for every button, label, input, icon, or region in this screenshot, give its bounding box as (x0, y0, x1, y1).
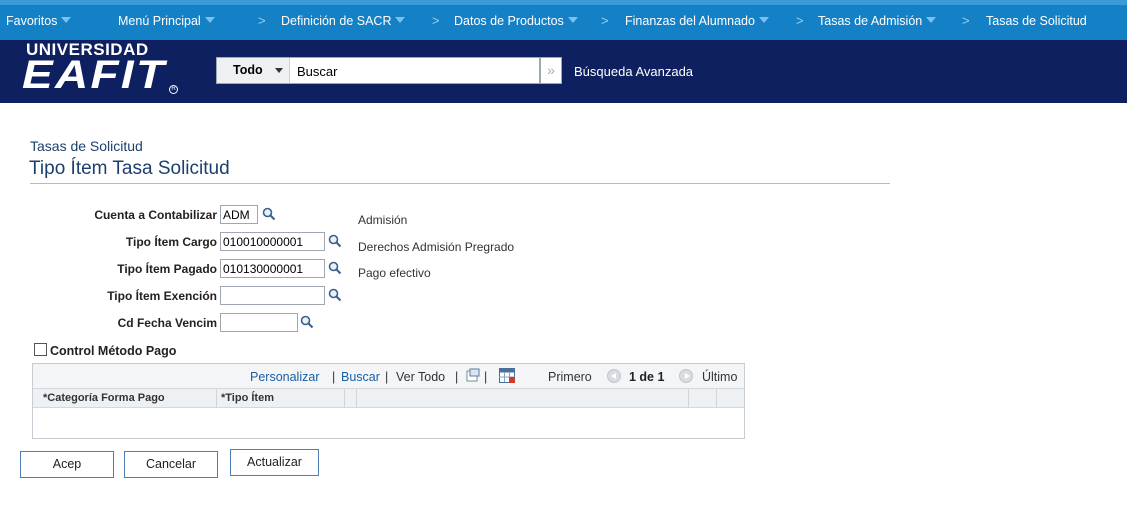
registered-mark-icon: R (169, 85, 178, 94)
personalizar-link[interactable]: Personalizar (250, 370, 319, 384)
column-header-tipo-item[interactable]: *Tipo Ítem (221, 392, 274, 404)
nav-definicion-sacr-label: Definición de SACR (281, 14, 392, 28)
search-scope-select[interactable]: Todo (217, 58, 290, 83)
payment-grid: Personalizar | Buscar | Ver Todo | | Pri… (32, 363, 745, 439)
nav-menu-principal-label: Menú Principal (118, 14, 201, 28)
chevron-down-icon (926, 17, 937, 23)
nav-separator: > (432, 13, 440, 28)
search-scope-label: Todo (233, 63, 263, 77)
download-spreadsheet-icon[interactable] (499, 368, 515, 383)
acep-button[interactable]: Acep (20, 451, 114, 478)
previous-page-icon[interactable] (607, 369, 621, 383)
exencion-label: Tipo Ítem Exención (107, 289, 217, 303)
buscar-link[interactable]: Buscar (341, 370, 380, 384)
cargo-description: Derechos Admisión Pregrado (358, 240, 515, 254)
top-navigation-bar: Favoritos Menú Principal > Definición de… (0, 0, 1127, 40)
page-title: Tipo Ítem Tasa Solicitud (29, 158, 230, 179)
nav-separator: > (962, 13, 970, 28)
chevron-down-icon (395, 17, 406, 23)
nav-separator: > (796, 13, 804, 28)
toolbar-separator: | (332, 370, 336, 384)
grid-header-row: *Categoría Forma Pago *Tipo Ítem (33, 389, 744, 408)
advanced-search-link[interactable]: Búsqueda Avanzada (574, 64, 693, 79)
search-input[interactable] (297, 64, 527, 79)
cargo-label: Tipo Ítem Cargo (125, 235, 217, 249)
pagado-description: Pago efectivo (358, 266, 431, 280)
lookup-search-icon[interactable] (300, 315, 314, 329)
grid-toolbar: Personalizar | Buscar | Ver Todo | | Pri… (33, 364, 744, 389)
column-header-categoria[interactable]: *Categoría Forma Pago (43, 392, 165, 404)
actualizar-button[interactable]: Actualizar (230, 449, 319, 476)
nav-tasas-admision[interactable]: Tasas de Admisión (818, 14, 937, 28)
nav-finanzas-alumnado-label: Finanzas del Alumnado (625, 14, 755, 28)
search-bar: Todo (216, 57, 540, 84)
column-divider (216, 389, 217, 408)
nav-datos-productos-label: Datos de Productos (454, 14, 564, 28)
column-divider (716, 389, 717, 408)
cuenta-field[interactable] (220, 205, 258, 224)
nav-datos-productos[interactable]: Datos de Productos (454, 14, 578, 28)
lookup-search-icon[interactable] (262, 207, 276, 221)
pagado-label: Tipo Ítem Pagado (117, 262, 217, 276)
page-subtitle: Tasas de Solicitud (30, 138, 143, 154)
pagado-field[interactable] (220, 259, 325, 278)
ultimo-label[interactable]: Último (702, 370, 737, 384)
control-metodo-checkbox[interactable] (34, 343, 47, 356)
nav-tasas-admision-label: Tasas de Admisión (818, 14, 923, 28)
column-divider (688, 389, 689, 408)
exencion-field[interactable] (220, 286, 325, 305)
nav-tasas-solicitud[interactable]: Tasas de Solicitud (986, 14, 1087, 28)
nav-finanzas-alumnado[interactable]: Finanzas del Alumnado (625, 14, 769, 28)
nav-favoritos-label: Favoritos (6, 14, 58, 28)
cuenta-label: Cuenta a Contabilizar (94, 208, 217, 222)
chevron-down-icon (61, 17, 72, 23)
fecha-field[interactable] (220, 313, 298, 332)
nav-definicion-sacr[interactable]: Definición de SACR (281, 14, 406, 28)
new-window-icon[interactable] (466, 368, 480, 382)
nav-favoritos[interactable]: Favoritos (6, 14, 72, 28)
toolbar-separator: | (484, 370, 488, 384)
lookup-search-icon[interactable] (328, 288, 342, 302)
fecha-label: Cd Fecha Vencim (117, 316, 217, 330)
primero-label[interactable]: Primero (548, 370, 592, 384)
chevron-down-icon (275, 68, 283, 73)
search-go-button[interactable]: » (540, 57, 562, 84)
lookup-search-icon[interactable] (328, 261, 342, 275)
lookup-search-icon[interactable] (328, 234, 342, 248)
toolbar-separator: | (385, 370, 389, 384)
cancelar-button[interactable]: Cancelar (124, 451, 218, 478)
page-indicator: 1 de 1 (629, 370, 665, 384)
title-divider (30, 183, 890, 184)
chevron-down-icon (758, 17, 769, 23)
cargo-field[interactable] (220, 232, 325, 251)
next-page-icon[interactable] (679, 369, 693, 383)
nav-menu-principal[interactable]: Menú Principal (118, 14, 215, 28)
logo[interactable]: EAFIT (22, 53, 166, 98)
cuenta-description: Admisión (358, 213, 408, 227)
chevron-down-icon (204, 17, 215, 23)
column-divider (356, 389, 357, 408)
control-metodo-label: Control Método Pago (50, 344, 177, 358)
header-band: UNIVERSIDAD EAFIT R Todo » Búsqueda Avan… (0, 40, 1127, 103)
ver-todo-link[interactable]: Ver Todo (396, 370, 445, 384)
top-strip (0, 0, 1127, 5)
column-divider (344, 389, 345, 408)
nav-separator: > (258, 13, 266, 28)
toolbar-separator: | (455, 370, 459, 384)
chevron-down-icon (567, 17, 578, 23)
nav-separator: > (601, 13, 609, 28)
